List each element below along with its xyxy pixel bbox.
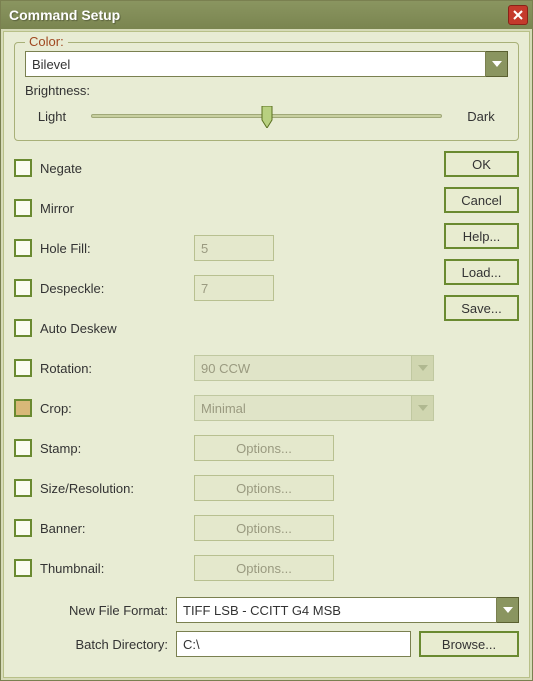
size-res-checkbox[interactable] (14, 479, 32, 497)
thumbnail-options-button: Options... (194, 555, 334, 581)
crop-combo (194, 395, 434, 421)
browse-button[interactable]: Browse... (419, 631, 519, 657)
hole-fill-checkbox[interactable] (14, 239, 32, 257)
hole-fill-input[interactable] (194, 235, 274, 261)
save-button[interactable]: Save... (444, 295, 519, 321)
hole-fill-label: Hole Fill: (40, 241, 91, 256)
dropdown-arrow-icon (412, 355, 434, 381)
crop-label: Crop: (40, 401, 72, 416)
dialog-body: Color: Brightness: Light Dark (3, 31, 530, 678)
brightness-label: Brightness: (25, 83, 508, 98)
banner-options-button: Options... (194, 515, 334, 541)
despeckle-label: Despeckle: (40, 281, 104, 296)
banner-label: Banner: (40, 521, 86, 536)
dropdown-arrow-icon[interactable] (497, 597, 519, 623)
brightness-slider[interactable] (91, 108, 442, 124)
dropdown-arrow-icon[interactable] (486, 51, 508, 77)
banner-checkbox[interactable] (14, 519, 32, 537)
rotation-label: Rotation: (40, 361, 92, 376)
stamp-checkbox[interactable] (14, 439, 32, 457)
crop-checkbox[interactable] (14, 399, 32, 417)
thumbnail-label: Thumbnail: (40, 561, 104, 576)
brightness-slider-row: Light Dark (25, 102, 508, 126)
size-res-label: Size/Resolution: (40, 481, 134, 496)
negate-checkbox[interactable] (14, 159, 32, 177)
despeckle-input[interactable] (194, 275, 274, 301)
color-combo-input[interactable] (25, 51, 486, 77)
mirror-checkbox[interactable] (14, 199, 32, 217)
stamp-label: Stamp: (40, 441, 81, 456)
batch-dir-label: Batch Directory: (14, 637, 168, 652)
rotation-combo-input (194, 355, 412, 381)
rotation-checkbox[interactable] (14, 359, 32, 377)
cancel-button[interactable]: Cancel (444, 187, 519, 213)
window-title: Command Setup (9, 7, 120, 23)
command-setup-dialog: Command Setup Color: Brightness: Light (0, 0, 533, 681)
file-format-combo[interactable] (176, 597, 519, 623)
despeckle-checkbox[interactable] (14, 279, 32, 297)
size-res-options-button: Options... (194, 475, 334, 501)
batch-dir-input[interactable] (176, 631, 411, 657)
color-group-label: Color: (25, 34, 68, 49)
mirror-label: Mirror (40, 201, 74, 216)
ok-button[interactable]: OK (444, 151, 519, 177)
help-button[interactable]: Help... (444, 223, 519, 249)
titlebar: Command Setup (1, 1, 532, 29)
stamp-options-button: Options... (194, 435, 334, 461)
auto-deskew-checkbox[interactable] (14, 319, 32, 337)
auto-deskew-label: Auto Deskew (40, 321, 117, 336)
thumbnail-checkbox[interactable] (14, 559, 32, 577)
close-icon[interactable] (508, 5, 528, 25)
dropdown-arrow-icon (412, 395, 434, 421)
slider-thumb-icon[interactable] (260, 106, 274, 128)
color-combo[interactable] (25, 51, 508, 77)
load-button[interactable]: Load... (444, 259, 519, 285)
crop-combo-input (194, 395, 412, 421)
file-format-label: New File Format: (14, 603, 168, 618)
color-group: Color: Brightness: Light Dark (14, 42, 519, 141)
negate-label: Negate (40, 161, 82, 176)
slider-light-label: Light (25, 109, 79, 124)
slider-dark-label: Dark (454, 109, 508, 124)
rotation-combo (194, 355, 434, 381)
file-format-input[interactable] (176, 597, 497, 623)
